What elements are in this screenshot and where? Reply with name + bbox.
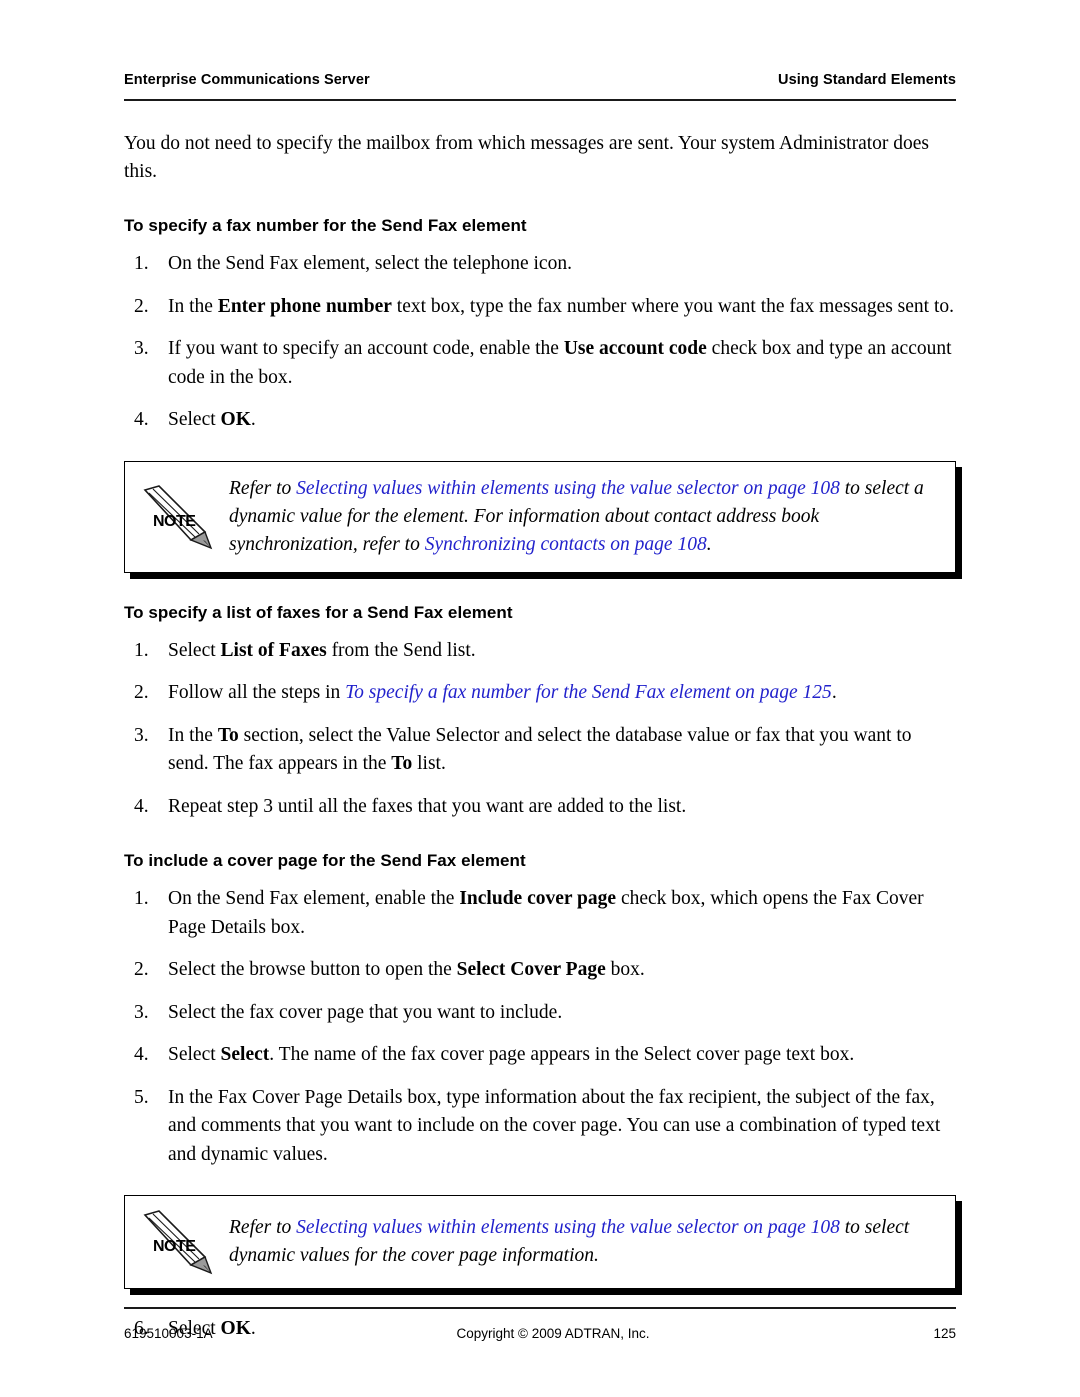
list-item: 4. Repeat step 3 until all the faxes that… xyxy=(124,793,956,822)
step-number: 2. xyxy=(134,295,149,317)
document-page: Enterprise Communications Server Using S… xyxy=(0,0,1080,1397)
step-text: Select xyxy=(168,639,221,661)
step-number: 4. xyxy=(134,795,149,817)
note-text-2: Refer to Selecting values within element… xyxy=(225,1214,937,1270)
list-item: 5. In the Fax Cover Page Details box, typ… xyxy=(124,1084,956,1170)
list-item: 3. If you want to specify an account code… xyxy=(124,335,956,392)
document-number: 619510003-1A xyxy=(124,1326,213,1341)
step-emphasis: Select xyxy=(220,1044,270,1065)
step-number: 1. xyxy=(134,888,149,909)
list-item: 2. Follow all the steps in To specify a f… xyxy=(124,679,956,708)
step-text-cont: section, select the Value Selector and s… xyxy=(168,724,912,775)
steps-list-fax-number: 1. On the Send Fax element, select the te… xyxy=(124,250,956,435)
step-text: Select xyxy=(168,1044,221,1065)
step-number: 1. xyxy=(134,253,149,274)
step-emphasis: To xyxy=(217,724,239,746)
step-number: 5. xyxy=(134,1086,149,1108)
step-text-end: list. xyxy=(412,753,446,774)
step-emphasis: Include cover page xyxy=(459,888,617,909)
step-text-cont: text box, type the fax number where you … xyxy=(391,295,955,317)
note-callout-1: NOTE Refer to Selecting values within el… xyxy=(124,460,956,573)
step-xref-link[interactable]: To specify a fax number for the Send Fax… xyxy=(345,682,832,703)
note-pencil-icon: NOTE xyxy=(139,484,221,550)
page-number: 125 xyxy=(933,1326,956,1341)
step-text: Select the browse button to open the xyxy=(168,959,457,980)
note-suffix: . xyxy=(706,533,712,555)
note-xref-link-1[interactable]: Selecting values within elements using t… xyxy=(296,478,840,499)
step-emphasis: Use account code xyxy=(563,338,707,359)
step-text: On the Send Fax element, enable the xyxy=(168,888,460,909)
note-prefix: Refer to xyxy=(229,1217,297,1238)
note-callout-2: NOTE Refer to Selecting values within el… xyxy=(124,1195,956,1289)
header-right-title: Using Standard Elements xyxy=(778,72,956,88)
step-number: 3. xyxy=(134,1001,149,1023)
step-text-cont: . The name of the fax cover page appears… xyxy=(269,1044,855,1065)
list-item: 1. On the Send Fax element, select the te… xyxy=(124,250,956,279)
step-number: 3. xyxy=(134,338,149,359)
note-xref-link-2[interactable]: Synchronizing contacts on page 108 xyxy=(425,534,707,555)
section-heading-cover-page: To include a cover page for the Send Fax… xyxy=(124,851,526,870)
step-text: Select the fax cover page that you want … xyxy=(168,1001,563,1023)
list-item: 1. Select List of Faxes from the Send lis… xyxy=(124,637,956,666)
step-emphasis: List of Faxes xyxy=(220,639,327,661)
list-item: 2. In the Enter phone number text box, ty… xyxy=(124,293,956,322)
section-heading-fax-number: To specify a fax number for the Send Fax… xyxy=(124,216,527,235)
step-text: Repeat step 3 until all the faxes that y… xyxy=(168,795,687,817)
step-text: If you want to specify an account code, … xyxy=(168,338,564,359)
step-text-cont: from the Send list. xyxy=(326,639,476,661)
step-text: Select xyxy=(168,409,221,430)
note-text-1: Refer to Selecting values within element… xyxy=(225,475,937,559)
svg-text:NOTE: NOTE xyxy=(153,513,196,530)
step-text: In the Fax Cover Page Details box, type … xyxy=(168,1086,941,1165)
step-number: 2. xyxy=(134,959,149,980)
copyright-notice: Copyright © 2009 ADTRAN, Inc. xyxy=(456,1326,650,1341)
step-text: In the xyxy=(168,724,218,746)
step-emphasis: Select Cover Page xyxy=(456,959,606,980)
step-number: 2. xyxy=(134,682,149,703)
step-text-cont: . xyxy=(831,682,837,703)
steps-list-list-of-faxes: 1. Select List of Faxes from the Send lis… xyxy=(124,637,956,822)
list-item: 4. Select OK. xyxy=(124,406,956,435)
footer-divider xyxy=(124,1307,956,1309)
step-number: 1. xyxy=(134,639,149,661)
page-header: Enterprise Communications Server Using S… xyxy=(124,72,956,88)
header-left-title: Enterprise Communications Server xyxy=(124,72,370,88)
section-heading-list-of-faxes: To specify a list of faxes for a Send Fa… xyxy=(124,602,513,622)
note-pencil-icon: NOTE xyxy=(139,1209,221,1275)
note-prefix: Refer to xyxy=(229,477,297,499)
list-item: 1. On the Send Fax element, enable the In… xyxy=(124,885,956,942)
intro-paragraph: You do not need to specify the mailbox f… xyxy=(124,133,930,182)
list-item: 3. Select the fax cover page that you wan… xyxy=(124,999,956,1028)
note-xref-link-1[interactable]: Selecting values within elements using t… xyxy=(296,1217,840,1238)
list-item: 4. Select Select. The name of the fax cov… xyxy=(124,1041,956,1070)
document-body: You do not need to specify the mailbox f… xyxy=(124,130,956,1344)
step-text-cont: . xyxy=(250,409,256,430)
steps-list-cover-page: 1. On the Send Fax element, enable the In… xyxy=(124,885,956,1169)
list-item: 3. In the To section, select the Value Se… xyxy=(124,722,956,779)
step-text-cont: box. xyxy=(605,959,645,980)
step-number: 4. xyxy=(134,1044,149,1065)
step-emphasis-2: To xyxy=(391,753,413,774)
svg-text:NOTE: NOTE xyxy=(153,1238,196,1255)
header-divider xyxy=(124,99,956,101)
step-text: On the Send Fax element, select the tele… xyxy=(168,253,572,274)
page-footer: 619510003-1A Copyright © 2009 ADTRAN, In… xyxy=(124,1326,956,1341)
step-emphasis: Enter phone number xyxy=(217,295,392,317)
step-number: 3. xyxy=(134,724,149,746)
step-emphasis: OK xyxy=(220,409,251,430)
step-number: 4. xyxy=(134,409,149,430)
step-text: Follow all the steps in xyxy=(168,682,346,703)
list-item: 2. Select the browse button to open the S… xyxy=(124,956,956,985)
step-text: In the xyxy=(168,295,218,317)
